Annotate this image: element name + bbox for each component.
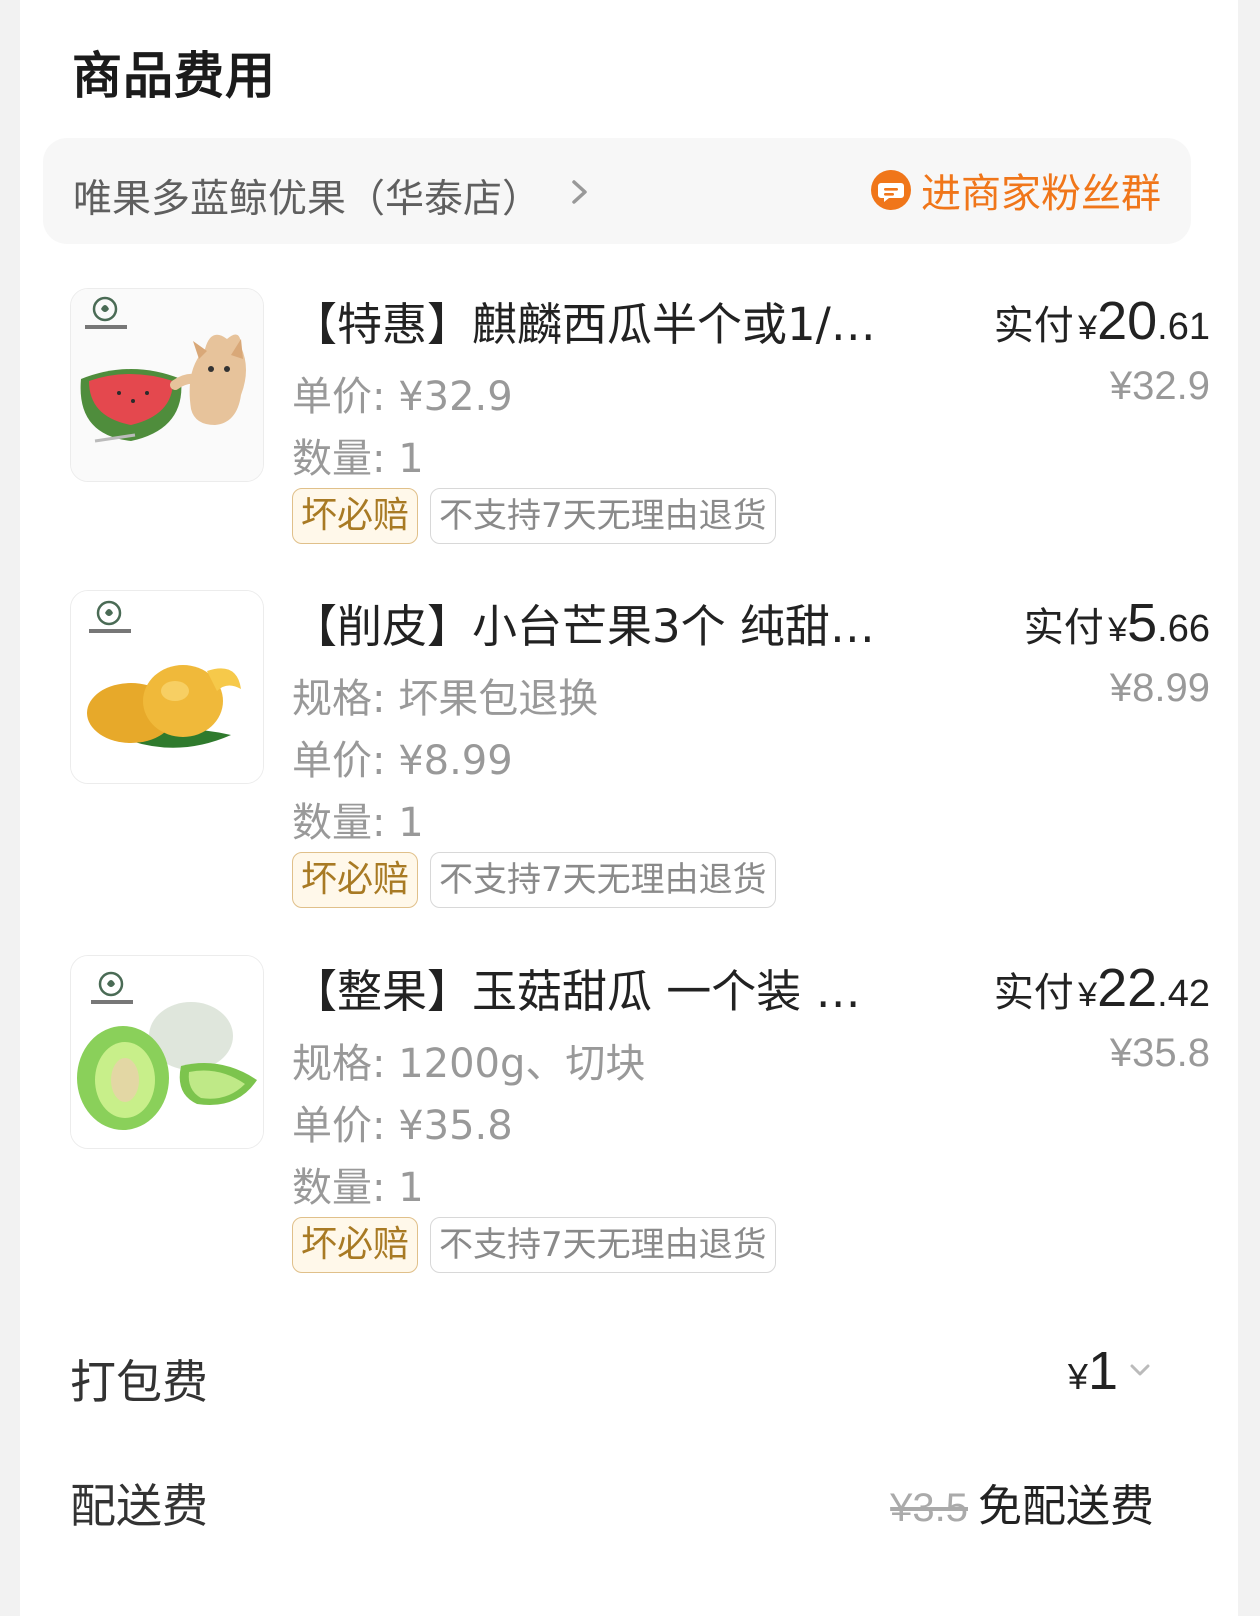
- currency-symbol: ¥: [1078, 309, 1098, 347]
- return-policy-tag: 不支持7天无理由退货: [430, 852, 776, 908]
- paid-decimal: .66: [1157, 608, 1210, 650]
- product-image-mango[interactable]: [70, 590, 264, 784]
- paid-amount: 实付 ¥5.66: [1024, 592, 1210, 654]
- guarantee-tag: 坏必赔: [292, 1217, 419, 1273]
- unit-price: 单价: ¥32.9: [292, 374, 513, 420]
- packing-fee-amount: 1: [1087, 1341, 1118, 1401]
- paid-amount: 实付 ¥20.61: [994, 290, 1210, 352]
- paid-decimal: .42: [1157, 973, 1210, 1015]
- mango-image: [71, 591, 263, 783]
- return-policy-tag: 不支持7天无理由退货: [430, 1217, 776, 1273]
- product-tags: 坏必赔 不支持7天无理由退货: [292, 488, 776, 544]
- original-price: ¥35.8: [1109, 1031, 1210, 1075]
- delivery-fee-label: 配送费: [70, 1479, 208, 1533]
- paid-label: 实付: [993, 970, 1074, 1016]
- shop-name[interactable]: 唯果多蓝鲸优果（华泰店）: [73, 168, 541, 224]
- product-name[interactable]: 【整果】玉菇甜瓜 一个装 …: [292, 955, 882, 1020]
- spec: 规格: 1200g、切块: [292, 1041, 646, 1087]
- quantity: 数量: 1: [292, 1165, 424, 1211]
- quantity: 数量: 1: [292, 800, 424, 846]
- currency-symbol: ¥: [1108, 611, 1128, 649]
- quantity: 数量: 1: [292, 436, 424, 482]
- join-fans-group-button[interactable]: 进商家粉丝群: [869, 164, 1161, 217]
- paid-label: 实付: [1023, 605, 1104, 651]
- fans-group-label: 进商家粉丝群: [921, 171, 1161, 217]
- currency-symbol: ¥: [1067, 1356, 1088, 1397]
- order-fee-card: 商品费用 唯果多蓝鲸优果（华泰店） 进商家粉丝群 【特惠】麒麟西瓜半个或1/… …: [20, 0, 1238, 1616]
- shop-bar[interactable]: 唯果多蓝鲸优果（华泰店） 进商家粉丝群: [43, 138, 1191, 244]
- product-item[interactable]: 【特惠】麒麟西瓜半个或1/… 实付 ¥20.61 ¥32.9 单价: ¥32.9…: [70, 288, 1210, 558]
- original-price: ¥32.9: [1109, 364, 1210, 408]
- unit-price: 单价: ¥8.99: [292, 738, 513, 784]
- packing-fee-row[interactable]: 打包费 ¥1: [70, 1340, 1154, 1410]
- free-delivery-text: 免配送费: [978, 1481, 1154, 1532]
- return-policy-tag: 不支持7天无理由退货: [430, 488, 776, 544]
- paid-integer: 20: [1097, 291, 1158, 351]
- delivery-original-price: ¥3.5: [890, 1486, 968, 1530]
- unit-price: 单价: ¥35.8: [292, 1103, 513, 1149]
- product-image-melon[interactable]: [70, 955, 264, 1149]
- currency-symbol: ¥: [1078, 976, 1098, 1014]
- product-item[interactable]: 【削皮】小台芒果3个 纯甜… 实付 ¥5.66 ¥8.99 规格: 坏果包退换 …: [70, 590, 1210, 920]
- paid-label: 实付: [993, 303, 1074, 349]
- guarantee-tag: 坏必赔: [292, 852, 419, 908]
- delivery-fee-value: ¥3.5 免配送费: [890, 1470, 1154, 1534]
- product-item[interactable]: 【整果】玉菇甜瓜 一个装 … 实付 ¥22.42 ¥35.8 规格: 1200g…: [70, 955, 1210, 1285]
- melon-image: [71, 956, 263, 1148]
- product-tags: 坏必赔 不支持7天无理由退货: [292, 852, 776, 908]
- watermelon-image: [71, 289, 263, 481]
- guarantee-tag: 坏必赔: [292, 488, 419, 544]
- product-tags: 坏必赔 不支持7天无理由退货: [292, 1217, 776, 1273]
- paid-integer: 5: [1127, 593, 1158, 653]
- section-title: 商品费用: [72, 47, 276, 105]
- paid-decimal: .61: [1157, 306, 1210, 348]
- packing-fee-value: ¥1: [1068, 1340, 1118, 1402]
- product-name[interactable]: 【特惠】麒麟西瓜半个或1/…: [292, 288, 882, 353]
- chevron-down-icon[interactable]: [1126, 1356, 1154, 1384]
- packing-fee-label: 打包费: [70, 1355, 208, 1409]
- product-image-watermelon[interactable]: [70, 288, 264, 482]
- chevron-right-icon: [572, 180, 587, 204]
- delivery-fee-row: 配送费 ¥3.5 免配送费: [70, 1464, 1154, 1534]
- product-name[interactable]: 【削皮】小台芒果3个 纯甜…: [292, 590, 882, 655]
- original-price: ¥8.99: [1109, 666, 1210, 710]
- chat-bubble-icon: [871, 170, 911, 210]
- spec: 规格: 坏果包退换: [292, 676, 599, 722]
- paid-integer: 22: [1097, 958, 1158, 1018]
- paid-amount: 实付 ¥22.42: [994, 957, 1210, 1019]
